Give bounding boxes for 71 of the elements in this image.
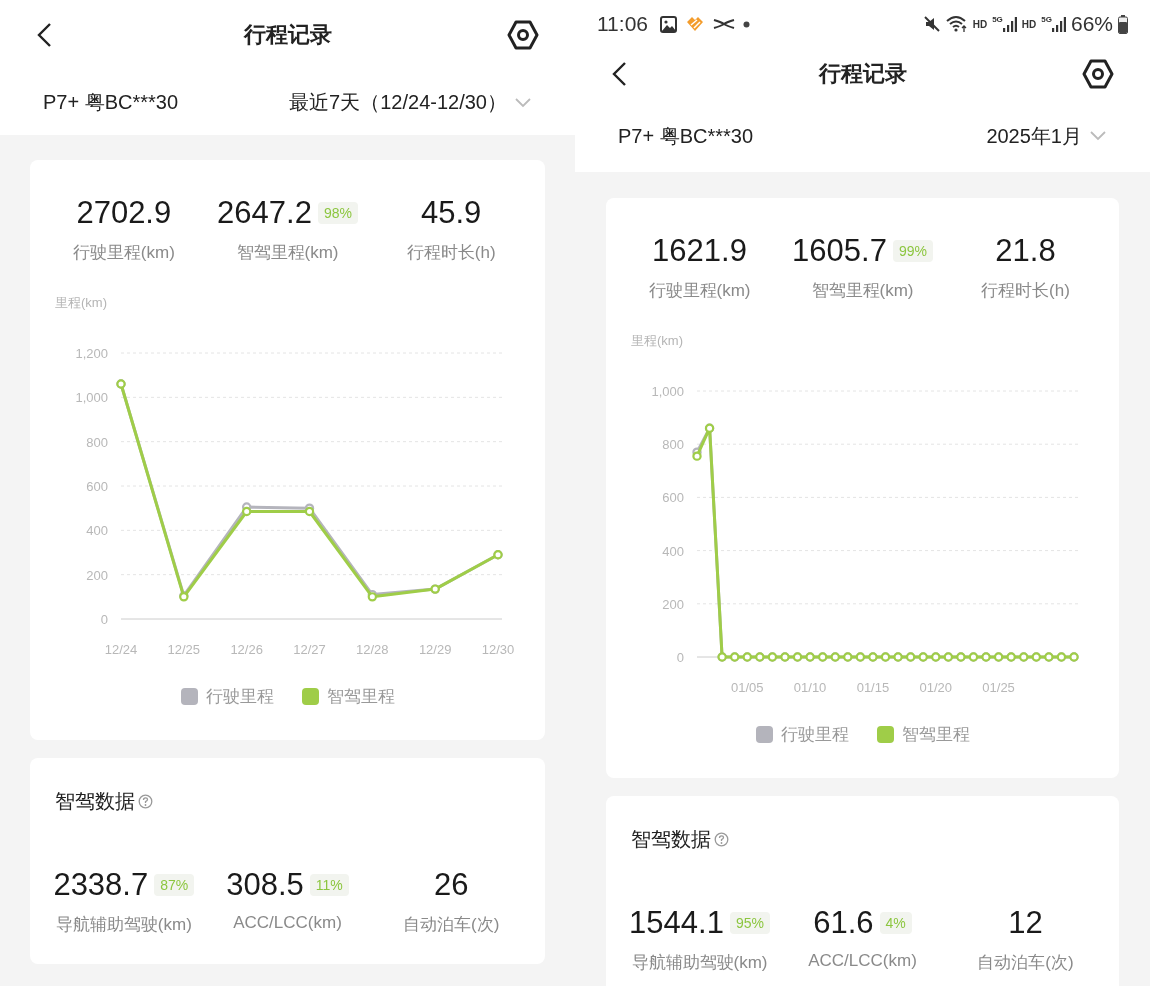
- stat-value: 1621.9: [652, 233, 747, 269]
- section-title: 智驾数据: [55, 789, 135, 814]
- stat-label: 自动泊车(次): [977, 952, 1074, 974]
- y-tick-label: 600: [86, 479, 108, 494]
- clock-time: 11:06: [597, 12, 648, 36]
- stat-label: 行驶里程(km): [648, 280, 751, 302]
- percent-badge: 98%: [317, 202, 358, 224]
- hd-label: HD: [1021, 18, 1037, 30]
- x-tick-label: 01/15: [856, 680, 890, 695]
- legend-label: 行驶里程: [205, 686, 274, 708]
- stat-label: 行程时长(h): [981, 280, 1070, 302]
- page-title: 行程记录: [818, 60, 907, 88]
- percent-badge: 99%: [892, 240, 933, 262]
- stat-value: 1605.7: [792, 233, 887, 269]
- stat-label: 行驶里程(km): [72, 242, 175, 264]
- percent-badge: 4%: [879, 912, 912, 934]
- x-tick-label: 12/26: [230, 642, 263, 657]
- y-tick-label: 0: [676, 650, 684, 665]
- stat-label: 导航辅助驾驶(km): [55, 914, 192, 936]
- x-tick-label: 12/24: [104, 642, 138, 657]
- stat-label: 行程时长(h): [406, 242, 496, 264]
- section-title: 智驾数据: [631, 827, 711, 852]
- x-tick-label: 01/10: [793, 680, 827, 695]
- stat-value: 26: [433, 867, 469, 903]
- battery-percent: 66%: [1070, 12, 1113, 36]
- legend-label: 行驶里程: [780, 724, 849, 746]
- stat-value: 61.6: [813, 905, 874, 941]
- x-tick-label: 12/25: [167, 642, 201, 657]
- page-title: 行程记录: [243, 21, 332, 49]
- legend-label: 智驾里程: [326, 686, 395, 708]
- hd-label: HD: [972, 18, 988, 30]
- stat-label: 智驾里程(km): [236, 242, 339, 264]
- stat-label: 自动泊车(次): [403, 914, 500, 936]
- percent-badge: 11%: [309, 874, 349, 896]
- percent-badge: 95%: [729, 912, 770, 934]
- x-tick-label: 01/05: [731, 680, 764, 695]
- network-label: 5G: [992, 16, 1003, 24]
- stat-value: 1544.1: [629, 905, 724, 941]
- y-tick-label: 200: [662, 596, 684, 612]
- axis-title: 里程(km): [55, 294, 107, 312]
- stat-value: 2338.7: [53, 867, 149, 903]
- y-tick-label: 1,000: [651, 384, 684, 399]
- legend-label: 智驾里程: [901, 724, 970, 746]
- x-tick-label: 12/28: [356, 642, 389, 657]
- percent-badge: 87%: [154, 874, 195, 896]
- x-tick-label: 12/30: [481, 642, 515, 657]
- x-tick-label: 01/20: [919, 680, 953, 695]
- y-tick-label: 400: [662, 543, 684, 559]
- stat-value: 2647.2: [217, 195, 312, 231]
- stat-value: 45.9: [421, 195, 482, 231]
- x-tick-label: 12/29: [418, 642, 452, 657]
- stat-value: 12: [1008, 905, 1043, 941]
- y-tick-label: 600: [662, 490, 684, 506]
- stat-value: 21.8: [995, 233, 1056, 269]
- y-tick-label: 400: [86, 523, 108, 539]
- x-tick-label: 12/27: [293, 642, 326, 657]
- stat-label: ACC/LCC(km): [233, 913, 342, 933]
- y-tick-label: 800: [662, 437, 684, 453]
- axis-title: 里程(km): [631, 332, 683, 350]
- x-tick-label: 01/25: [982, 680, 1015, 695]
- stat-label: ACC/LCC(km): [808, 951, 917, 971]
- y-tick-label: 1,200: [75, 346, 108, 361]
- y-tick-label: 800: [86, 434, 108, 450]
- network-label: 5G: [1041, 16, 1052, 24]
- stat-label: 导航辅助驾驶(km): [631, 952, 768, 974]
- stat-value: 2702.9: [76, 195, 172, 231]
- y-tick-label: 0: [100, 612, 108, 627]
- stat-label: 智驾里程(km): [811, 280, 914, 302]
- y-tick-label: 1,000: [75, 390, 108, 406]
- y-tick-label: 200: [86, 567, 108, 583]
- stat-value: 308.5: [226, 867, 304, 903]
